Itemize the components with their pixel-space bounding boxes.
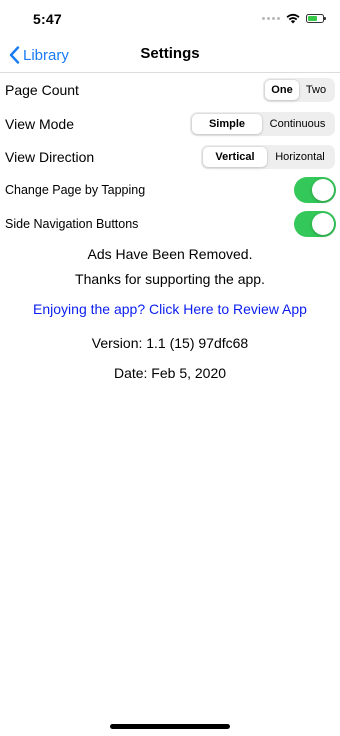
page-count-segmented-control: One Two (263, 78, 335, 102)
page-count-option-one[interactable]: One (265, 80, 299, 100)
toggle-knob (312, 179, 334, 201)
view-direction-option-horizontal[interactable]: Horizontal (267, 147, 333, 167)
change-page-by-tapping-label: Change Page by Tapping (5, 183, 146, 197)
status-bar: 5:47 (0, 0, 340, 40)
side-navigation-buttons-row: Side Navigation Buttons (0, 209, 340, 239)
review-app-link[interactable]: Enjoying the app? Click Here to Review A… (0, 301, 340, 317)
view-mode-option-simple[interactable]: Simple (192, 114, 262, 134)
view-direction-label: View Direction (5, 149, 95, 165)
thanks-text: Thanks for supporting the app. (75, 271, 265, 287)
view-mode-label: View Mode (5, 116, 75, 132)
page-title: Settings (140, 45, 200, 62)
change-page-by-tapping-row: Change Page by Tapping (0, 175, 340, 205)
page-count-label: Page Count (5, 82, 79, 98)
home-indicator (110, 724, 230, 729)
date-text: Date: Feb 5, 2020 (113, 365, 227, 381)
page-count-option-two[interactable]: Two (299, 80, 333, 100)
view-mode-row: View Mode Simple Continuous (0, 109, 340, 139)
side-navigation-buttons-label: Side Navigation Buttons (5, 217, 139, 231)
side-navigation-buttons-toggle[interactable] (294, 211, 336, 237)
change-page-by-tapping-toggle[interactable] (294, 177, 336, 203)
status-icons (262, 13, 326, 24)
view-direction-row: View Direction Vertical Horizontal (0, 142, 340, 172)
navigation-bar: Library Settings (0, 40, 340, 73)
page-count-row: Page Count One Two (0, 75, 340, 105)
status-time: 5:47 (33, 11, 62, 27)
wifi-icon (286, 13, 300, 24)
version-text: Version: 1.1 (15) 97dfc68 (91, 335, 249, 351)
view-direction-segmented-control: Vertical Horizontal (201, 145, 335, 169)
toggle-knob (312, 213, 334, 235)
signal-dots-icon (262, 17, 280, 20)
ads-removed-text: Ads Have Been Removed. (87, 246, 253, 262)
view-mode-segmented-control: Simple Continuous (190, 112, 335, 136)
view-mode-option-continuous[interactable]: Continuous (262, 114, 333, 134)
view-direction-option-vertical[interactable]: Vertical (203, 147, 267, 167)
battery-charging-icon (306, 14, 326, 23)
